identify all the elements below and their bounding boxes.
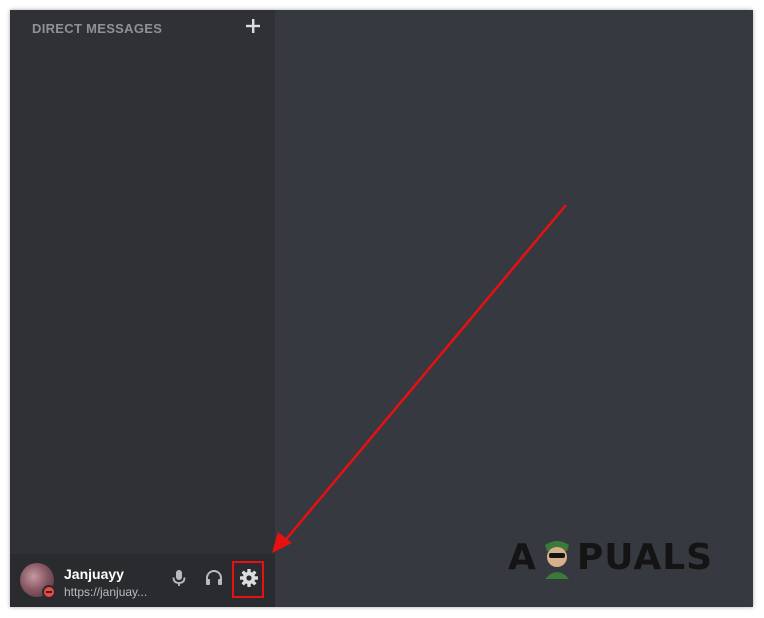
headphones-icon — [204, 568, 224, 593]
sidebar: DIRECT MESSAGES Janjuayy https://janjuay… — [10, 10, 275, 607]
dnd-status-icon — [42, 585, 56, 599]
microphone-icon — [169, 568, 189, 593]
user-panel: Janjuayy https://janjuay... — [10, 554, 275, 607]
deafen-button[interactable] — [202, 568, 226, 592]
avatar[interactable] — [20, 563, 56, 599]
discord-window: DIRECT MESSAGES Janjuayy https://janjuay… — [10, 10, 753, 607]
plus-icon[interactable] — [244, 17, 262, 35]
direct-messages-title: DIRECT MESSAGES — [32, 21, 163, 36]
appuals-watermark: A PUALS — [508, 534, 728, 580]
direct-messages-header: DIRECT MESSAGES — [32, 19, 262, 39]
settings-highlight-box — [232, 561, 264, 598]
username: Janjuayy — [64, 566, 124, 582]
watermark-text-left: A — [508, 536, 537, 578]
user-status-text: https://janjuay... — [64, 585, 148, 599]
mute-button[interactable] — [167, 568, 191, 592]
mascot-icon — [544, 541, 569, 579]
watermark-text-right: PUALS — [576, 536, 714, 578]
